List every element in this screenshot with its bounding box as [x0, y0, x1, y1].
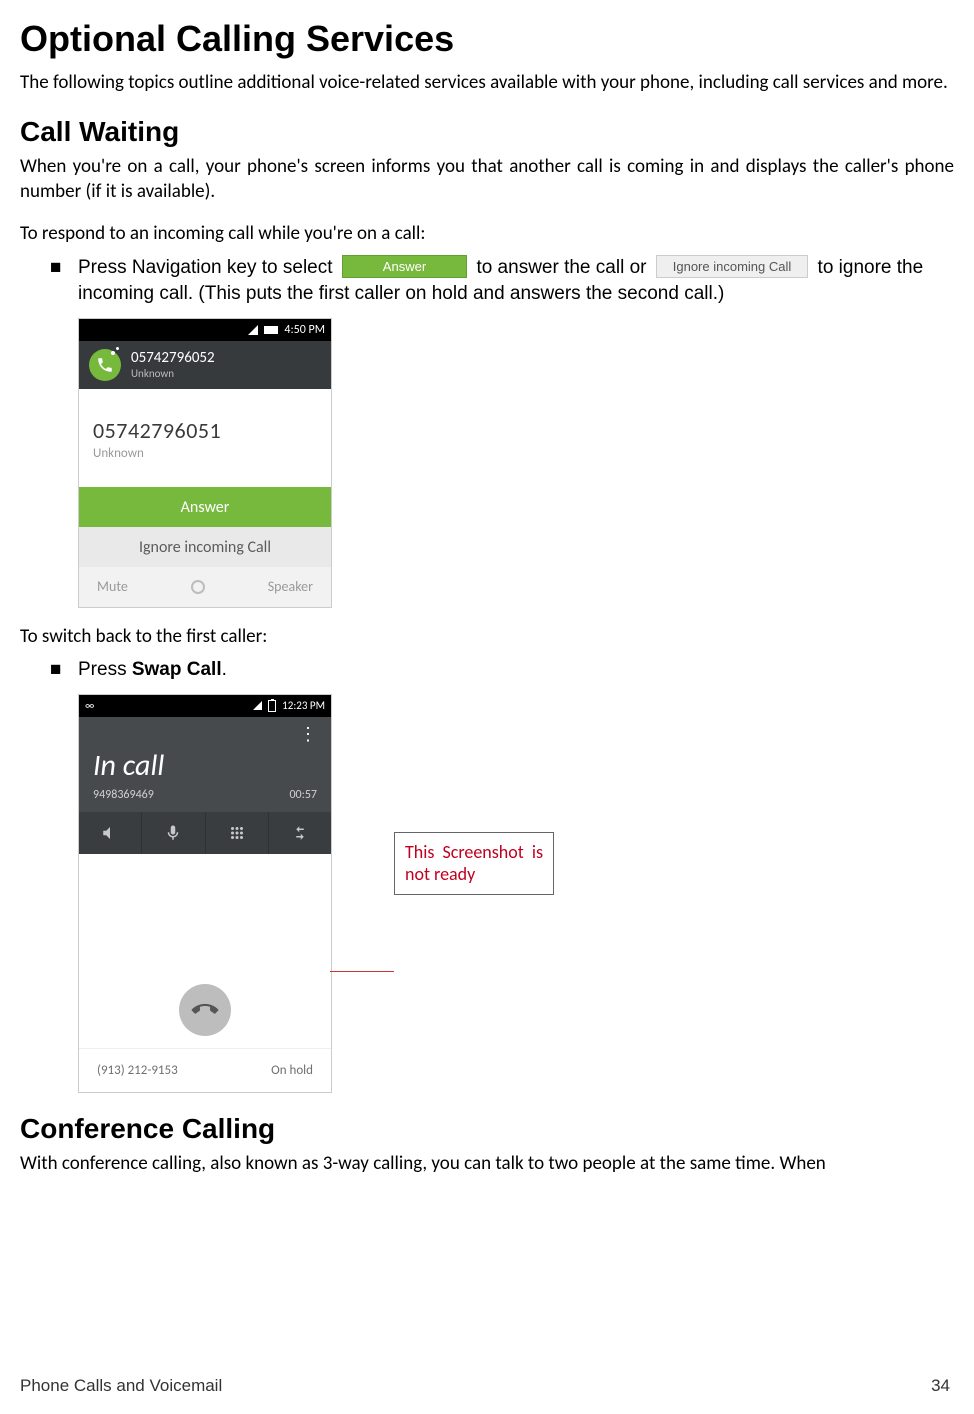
call-waiting-intro: When you're on a call, your phone's scre… — [20, 154, 954, 205]
ongoing-number: 05742796052 — [131, 349, 215, 367]
bullet-swap: ■ Press Swap Call. — [50, 657, 954, 684]
bullet-respond-text: Press Navigation key to select Answer to… — [78, 255, 954, 308]
annotation-note: This Screenshot is not ready — [394, 832, 554, 895]
text-segment: Press Navigation key to select — [78, 257, 338, 278]
heading-call-waiting: Call Waiting — [20, 116, 954, 148]
respond-instruction: To respond to an incoming call while you… — [20, 221, 954, 247]
signal-icon — [248, 325, 258, 335]
mute-label[interactable]: Mute — [97, 578, 128, 595]
bottom-toolbar: Mute Speaker — [79, 567, 331, 607]
ignore-button-inline: Ignore incoming Call — [656, 255, 809, 278]
in-call-toolbar — [79, 812, 331, 854]
incoming-sub: Unknown — [93, 446, 317, 461]
home-icon[interactable] — [191, 580, 205, 594]
swap-call-icon[interactable] — [269, 812, 331, 854]
footer-page-number: 34 — [931, 1376, 950, 1396]
screenshot-incoming-call: 4:50 PM 05742796052 Unknown 05742796051 … — [78, 318, 954, 608]
status-bar: 4:50 PM — [79, 319, 331, 341]
active-number: 9498369469 — [93, 788, 154, 802]
text-segment: to answer the call or — [476, 257, 651, 278]
speaker-icon[interactable] — [79, 812, 142, 854]
text-segment: Press — [78, 659, 132, 680]
ongoing-call-banner: 05742796052 Unknown — [79, 341, 331, 389]
bullet-marker: ■ — [50, 657, 78, 684]
incoming-caller-area: 05742796051 Unknown — [79, 389, 331, 487]
annotation-leader-line — [330, 971, 394, 972]
answer-button[interactable]: Answer — [79, 487, 331, 527]
ongoing-sub: Unknown — [131, 367, 215, 380]
answer-button-inline: Answer — [342, 255, 467, 278]
call-timer: 00:57 — [289, 788, 317, 802]
screenshot-in-call-wrapper: ∞ 12:23 PM ⋮ In call 9498369469 00:57 — [78, 694, 954, 1093]
battery-icon — [264, 326, 278, 334]
document-page: Optional Calling Services The following … — [0, 0, 974, 1414]
status-time: 4:50 PM — [284, 323, 325, 337]
ignore-incoming-call-button[interactable]: Ignore incoming Call — [79, 527, 331, 567]
heading-conference-calling: Conference Calling — [20, 1113, 954, 1145]
bullet-marker: ■ — [50, 255, 78, 282]
end-call-button[interactable] — [179, 984, 231, 1036]
status-time: 12:23 PM — [282, 699, 325, 712]
conference-intro: With conference calling, also known as 3… — [20, 1151, 954, 1177]
heading-optional-calling-services: Optional Calling Services — [20, 18, 954, 60]
call-body-area — [79, 854, 331, 1048]
signal-icon — [253, 701, 262, 710]
speaker-label[interactable]: Speaker — [268, 578, 313, 595]
swap-call-bold: Swap Call — [132, 659, 222, 680]
bullet-respond: ■ Press Navigation key to select Answer … — [50, 255, 954, 308]
hold-number: (913) 212-9153 — [97, 1063, 178, 1078]
voicemail-icon: ∞ — [85, 699, 94, 712]
status-bar: ∞ 12:23 PM — [79, 695, 331, 717]
hold-label: On hold — [271, 1063, 313, 1078]
footer-section-title: Phone Calls and Voicemail — [20, 1376, 222, 1396]
intro-paragraph: The following topics outline additional … — [20, 70, 954, 96]
text-segment: . — [222, 659, 227, 680]
hold-bar: (913) 212-9153 On hold — [79, 1048, 331, 1092]
screenshot-in-call: ∞ 12:23 PM ⋮ In call 9498369469 00:57 — [78, 694, 332, 1093]
mute-icon[interactable] — [142, 812, 205, 854]
dialpad-icon[interactable] — [206, 812, 269, 854]
bullet-swap-text: Press Swap Call. — [78, 657, 954, 684]
battery-icon — [268, 700, 276, 712]
switch-instruction: To switch back to the first caller: — [20, 624, 954, 650]
incoming-number: 05742796051 — [93, 417, 317, 444]
page-footer: Phone Calls and Voicemail 34 — [20, 1376, 950, 1396]
phone-active-icon — [89, 349, 121, 381]
overflow-menu-icon[interactable]: ⋮ — [79, 717, 331, 745]
in-call-title: In call — [79, 745, 331, 786]
